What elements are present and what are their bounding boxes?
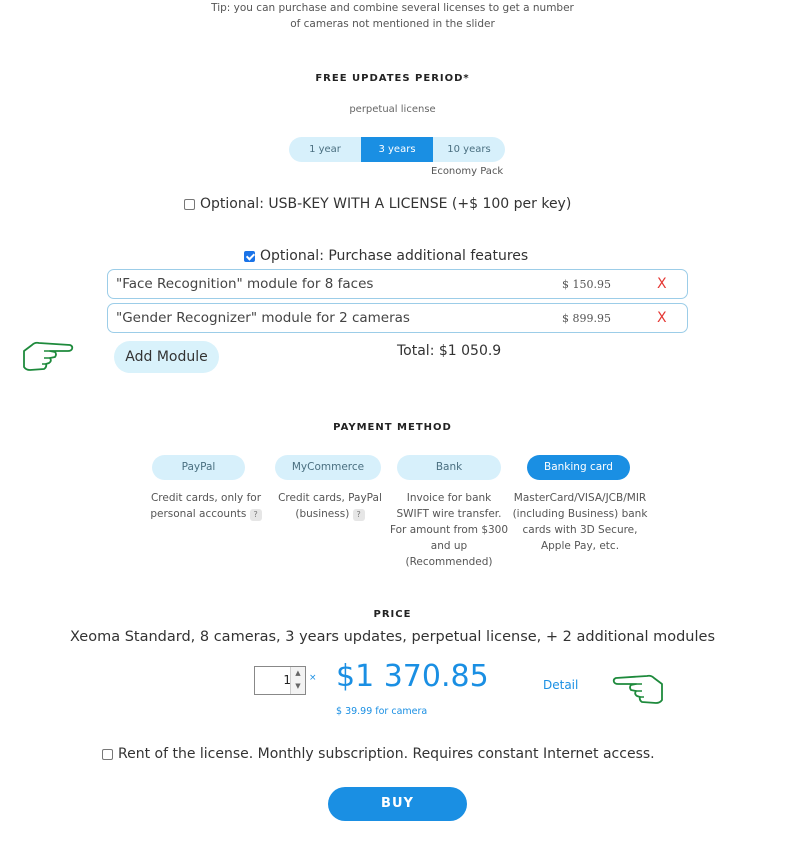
payment-option-paypal[interactable]: PayPal <box>152 455 245 480</box>
period-option-1-year[interactable]: 1 year <box>289 137 361 162</box>
description-line: Credit cards, only for <box>150 492 262 504</box>
bank-description: Invoice for bank SWIFT wire transfer. Fo… <box>384 490 514 570</box>
payment-option-mycommerce[interactable]: MyCommerce <box>275 455 381 480</box>
economy-pack-label: Economy Pack <box>431 166 504 177</box>
payment-option-banking-card[interactable]: Banking card <box>527 455 630 480</box>
period-option-10-years[interactable]: 10 years <box>433 137 505 162</box>
pointing-hand-left-icon <box>612 674 663 704</box>
module-name: "Face Recognition" module for 8 faces <box>116 276 374 292</box>
module-row: "Face Recognition" module for 8 faces $ … <box>107 269 688 299</box>
rent-license-option[interactable]: Rent of the license. Monthly subscriptio… <box>102 746 655 762</box>
description-line: SWIFT wire transfer. <box>396 508 502 520</box>
description-line: For amount from $300 <box>389 524 509 536</box>
remove-module-button[interactable]: X <box>657 310 687 326</box>
module-name: "Gender Recognizer" module for 2 cameras <box>116 310 410 326</box>
detail-link[interactable]: Detail <box>543 678 578 692</box>
paypal-description: Credit cards, only for personal accounts… <box>143 490 269 522</box>
multiply-sign: × <box>309 673 317 683</box>
module-price: $ 899.95 <box>562 311 611 325</box>
tip-text: Tip: you can purchase and combine severa… <box>0 0 785 32</box>
additional-features-label: Optional: Purchase additional features <box>260 248 529 264</box>
add-module-button[interactable]: Add Module <box>114 341 219 373</box>
additional-features-option[interactable]: Optional: Purchase additional features <box>244 248 528 264</box>
description-line: and up <box>430 540 468 552</box>
spinner-down-icon[interactable]: ▼ <box>291 680 305 693</box>
rent-license-checkbox[interactable] <box>102 748 113 760</box>
description-line: Invoice for bank <box>406 492 492 504</box>
help-icon[interactable]: ? <box>352 509 365 521</box>
banking-card-description: MasterCard/VISA/JCB/MIR (including Busin… <box>505 490 655 554</box>
payment-option-bank[interactable]: Bank <box>397 455 501 480</box>
description-line: (business) <box>295 508 350 520</box>
tip-line-2: of cameras not mentioned in the slider <box>290 18 495 30</box>
description-line: (Recommended) <box>405 556 493 568</box>
updates-period-title: FREE UPDATES PERIOD* <box>315 73 470 84</box>
description-line: Credit cards, PayPal <box>278 492 382 504</box>
quantity-stepper[interactable]: 1 ▲ ▼ <box>254 666 306 695</box>
payment-method-title: PAYMENT METHOD <box>333 422 452 433</box>
updates-period-selector: 1 year 3 years 10 years <box>289 137 505 162</box>
total-price: $1 370.85 <box>336 659 489 694</box>
usb-key-checkbox[interactable] <box>184 198 195 210</box>
description-line: cards with 3D Secure, <box>522 524 638 536</box>
description-line: MasterCard/VISA/JCB/MIR <box>513 492 647 504</box>
help-icon[interactable]: ? <box>249 509 262 521</box>
description-line: Apple Pay, etc. <box>540 540 620 552</box>
period-option-3-years[interactable]: 3 years <box>361 137 433 162</box>
quantity-spinner[interactable]: ▲ ▼ <box>290 667 305 694</box>
buy-button[interactable]: BUY <box>328 787 467 821</box>
pointing-hand-right-icon <box>23 341 74 371</box>
description-line: personal accounts <box>150 508 247 520</box>
mycommerce-description: Credit cards, PayPal (business) ? <box>268 490 392 522</box>
tip-line-1: Tip: you can purchase and combine severa… <box>211 2 574 14</box>
price-per-camera: $ 39.99 for camera <box>336 706 428 717</box>
remove-module-button[interactable]: X <box>657 276 687 292</box>
module-price: $ 150.95 <box>562 277 611 291</box>
module-row: "Gender Recognizer" module for 2 cameras… <box>107 303 688 333</box>
additional-features-checkbox[interactable] <box>244 250 255 262</box>
order-summary: Xeoma Standard, 8 cameras, 3 years updat… <box>70 629 715 645</box>
usb-key-option[interactable]: Optional: USB-KEY WITH A LICENSE (+$ 100… <box>184 196 571 212</box>
description-line: (including Business) bank <box>512 508 648 520</box>
spinner-up-icon[interactable]: ▲ <box>291 667 305 680</box>
license-type-label: perpetual license <box>349 104 436 115</box>
quantity-value: 1 <box>283 673 291 687</box>
usb-key-label: Optional: USB-KEY WITH A LICENSE (+$ 100… <box>200 196 572 212</box>
rent-license-label: Rent of the license. Monthly subscriptio… <box>118 746 655 762</box>
price-title: PRICE <box>373 609 412 620</box>
modules-total: Total: $1 050.9 <box>397 343 502 359</box>
